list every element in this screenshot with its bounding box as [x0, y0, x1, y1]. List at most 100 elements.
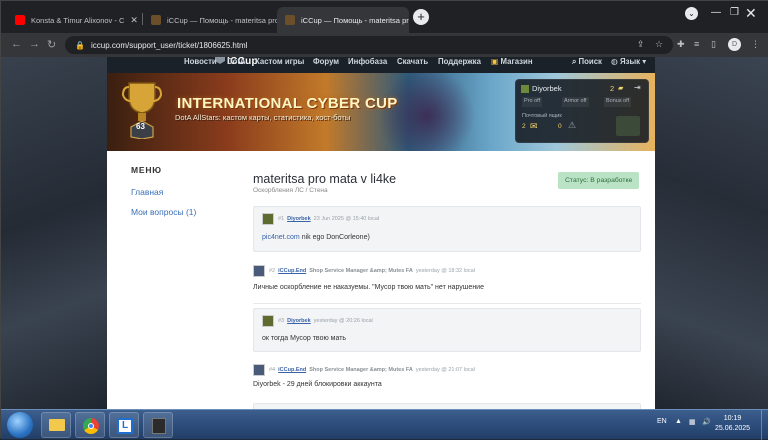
minimize-icon[interactable]: — — [711, 7, 721, 18]
message-4: #4 iCCup.End Shop Service Manager &amp; … — [253, 358, 641, 398]
avatar — [253, 265, 265, 277]
forward-icon[interactable]: → — [29, 38, 40, 50]
media-icon[interactable]: ≡ — [694, 39, 699, 49]
banner-subtitle: DotA AllStars: кастом карты, статистика,… — [175, 113, 351, 122]
banner-title: INTERNATIONAL CYBER CUP — [177, 95, 398, 112]
nav-support[interactable]: Поддержка — [438, 57, 481, 66]
message-author[interactable]: Diyorbek — [287, 318, 311, 324]
message-3: #3 Diyorbek yesterday @ 20:26 local ок т… — [253, 308, 641, 352]
lock-icon: 🔒 — [75, 40, 85, 50]
armor-off-button[interactable]: Armor off — [562, 97, 589, 107]
message-link[interactable]: pic4net.com — [262, 234, 300, 241]
message-body: Diyorbek - 29 дней блокировки аккаунта — [253, 381, 382, 388]
nav-dota[interactable]: DotA — [227, 57, 246, 66]
tab-title: iCCup — Помощь - materitsa pro — [167, 15, 277, 25]
tab-search-icon[interactable]: ⌄ — [685, 7, 698, 20]
pro-off-button[interactable]: Pro off — [522, 97, 543, 107]
menu-link-home[interactable]: Главная — [131, 187, 163, 197]
extensions-icon[interactable]: ✚ — [677, 39, 685, 50]
message-time: yesterday @ 21:07 local — [415, 367, 475, 373]
username[interactable]: Diyorbek — [532, 84, 562, 93]
mailbox-label: Почтовый ящик — [522, 113, 562, 119]
message-header: #2 iCCup.End Shop Service Manager &amp; … — [253, 265, 475, 277]
message-1: #1 Diyorbek 23 Jun 2025 @ 15:40 local pi… — [253, 206, 641, 252]
message-author[interactable]: iCCup.End — [278, 268, 306, 274]
menu-kebab-icon[interactable]: ⋮ — [751, 39, 760, 50]
language-indicator[interactable]: EN — [657, 418, 667, 425]
tray-arrow-icon[interactable]: ▲ — [675, 418, 682, 425]
user-panel: Diyorbek 2 ▰ ⇥ Pro off Armor off Bonus o… — [515, 79, 649, 143]
message-header: #3 Diyorbek yesterday @ 20:26 local — [262, 315, 373, 327]
message-header: #4 iCCup.End Shop Service Manager &amp; … — [253, 364, 475, 376]
background-art-left — [1, 57, 107, 409]
site-navbar: ICCup Новости DotA Кастом игры Форум Инф… — [107, 57, 655, 73]
app-l-taskbar-icon[interactable]: L — [109, 412, 139, 438]
nav-custom-games[interactable]: Кастом игры — [255, 57, 304, 66]
message-role: Shop Service Manager &amp; Mutes FA — [309, 268, 413, 274]
message-time: 23 Jun 2025 @ 15:40 local — [313, 216, 380, 222]
message-body: Личные оскорбление не наказуемы. "Мусор … — [253, 284, 484, 291]
network-icon[interactable]: ▦ — [689, 418, 696, 426]
gold-icon: ▰ — [618, 85, 624, 92]
avatar — [253, 364, 265, 376]
user-avatar[interactable] — [521, 85, 529, 93]
divider — [253, 303, 641, 304]
side-panel-icon[interactable]: ▯ — [711, 39, 716, 50]
new-tab-button[interactable]: + — [413, 9, 429, 25]
back-icon[interactable]: ← — [11, 38, 22, 50]
menu-heading: МЕНЮ — [131, 165, 162, 175]
rank-image — [616, 116, 640, 136]
mail-count: 2 — [522, 123, 526, 130]
taskbar-clock[interactable]: 10:19 25.06.2025 — [715, 414, 750, 434]
profile-avatar[interactable]: D — [728, 38, 741, 51]
close-tab-icon[interactable]: ✕ — [124, 15, 138, 26]
main-content: МЕНЮ Главная Мои вопросы (1) materitsa p… — [107, 151, 655, 409]
message-time: yesterday @ 18:32 local — [415, 268, 475, 274]
language-menu[interactable]: ◍ Язык ▾ — [611, 57, 646, 66]
nav-news[interactable]: Новости — [184, 57, 217, 66]
logout-icon[interactable]: ⇥ — [634, 83, 641, 92]
iccup-launcher-taskbar-icon[interactable] — [143, 412, 173, 438]
message-header: #1 Diyorbek 23 Jun 2025 @ 15:40 local — [262, 213, 379, 225]
tab-iccup-active[interactable]: iCCup — Помощь - materitsa pro ✕ — [277, 7, 409, 33]
tab-iccup-1[interactable]: iCCup — Помощь - materitsa pro ✕ — [143, 7, 277, 33]
windows-taskbar: L EN ▲ ▦ 🔊 10:19 25.06.2025 — [1, 409, 768, 440]
search-button[interactable]: ⌕ Поиск — [572, 57, 602, 67]
mail-icon[interactable]: ✉ — [530, 121, 538, 132]
avatar — [262, 315, 274, 327]
browser-window: Konsta & Timur Alixonov - С ✕ iCCup — По… — [0, 0, 768, 440]
message-author[interactable]: Diyorbek — [287, 216, 311, 222]
nav-shop[interactable]: ▣ Магазин — [491, 57, 533, 66]
tab-youtube[interactable]: Konsta & Timur Alixonov - С ✕ — [7, 7, 141, 33]
message-role: Shop Service Manager &amp; Mutes FA — [309, 367, 413, 373]
maximize-icon[interactable]: ❐ — [730, 7, 739, 18]
url-field[interactable]: 🔒 iccup.com/support_user/ticket/1806625.… — [65, 36, 673, 54]
iccup-favicon-icon — [285, 15, 295, 25]
gold-count: 2 — [610, 84, 615, 93]
nav-download[interactable]: Скачать — [397, 57, 428, 66]
show-desktop-button[interactable] — [761, 410, 768, 440]
close-window-icon[interactable]: ✕ — [745, 5, 757, 22]
address-bar: ← → ↻ 🔒 iccup.com/support_user/ticket/18… — [1, 33, 768, 57]
menu-link-my-questions[interactable]: Мои вопросы (1) — [131, 207, 196, 217]
tab-title: Konsta & Timur Alixonov - С — [31, 15, 125, 25]
web-page: ICCup Новости DotA Кастом игры Форум Инф… — [1, 57, 768, 409]
reload-icon[interactable]: ↻ — [47, 38, 56, 51]
chrome-taskbar-icon[interactable] — [75, 412, 105, 438]
tab-strip: Konsta & Timur Alixonov - С ✕ iCCup — По… — [1, 1, 768, 33]
warning-icon[interactable]: ⚠ — [568, 120, 576, 131]
share-icon[interactable]: ⇪ — [637, 39, 645, 50]
avatar — [262, 213, 274, 225]
message-author[interactable]: iCCup.End — [278, 367, 306, 373]
youtube-icon — [15, 15, 25, 25]
clock-time: 10:19 — [723, 415, 742, 422]
nav-infobase[interactable]: Инфобаза — [348, 57, 387, 66]
bonus-off-button[interactable]: Bonus off — [604, 97, 632, 107]
bookmark-star-icon[interactable]: ☆ — [655, 39, 663, 50]
background-art-right — [655, 57, 768, 409]
start-button[interactable] — [7, 412, 33, 438]
nav-forum[interactable]: Форум — [313, 57, 339, 66]
explorer-taskbar-icon[interactable] — [41, 412, 71, 438]
volume-icon[interactable]: 🔊 — [702, 418, 711, 426]
ticket-category: Оскорбления ЛС / Стена — [253, 187, 328, 194]
